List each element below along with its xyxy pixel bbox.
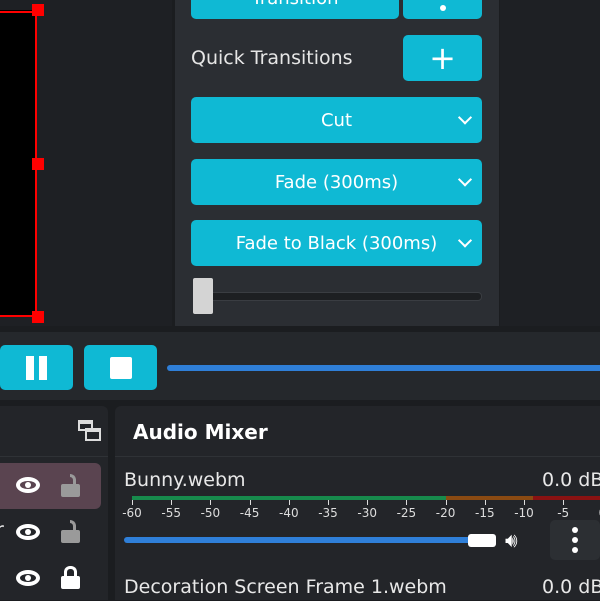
- tbar-handle[interactable]: [193, 278, 213, 314]
- stop-button[interactable]: [84, 345, 157, 390]
- resize-handle[interactable]: [32, 311, 44, 323]
- add-quick-transition-button[interactable]: +: [403, 35, 482, 81]
- transition-menu-button[interactable]: [403, 0, 482, 19]
- volume-slider[interactable]: [124, 537, 474, 543]
- program-preview: [500, 0, 600, 326]
- scale-tick: [249, 500, 251, 505]
- quick-transition-fade-to-black[interactable]: Fade to Black (300ms): [191, 220, 482, 266]
- channel-menu-button[interactable]: [550, 520, 600, 560]
- tbar-track[interactable]: [193, 292, 482, 301]
- scale-label: -35: [318, 506, 338, 520]
- scale-tick: [563, 500, 565, 505]
- scale-tick: [210, 500, 212, 505]
- scale-label: -50: [200, 506, 221, 520]
- scale-tick: [367, 500, 369, 505]
- pause-button[interactable]: [0, 345, 73, 390]
- channel-name: Bunny.webm: [124, 469, 246, 491]
- dot-icon: [439, 5, 446, 11]
- chevron-down-icon: [457, 110, 473, 125]
- transitions-panel: Transition Quick Transitions + Cut Fade …: [175, 0, 499, 326]
- media-controls: [0, 332, 600, 400]
- chevron-down-icon: [457, 172, 473, 187]
- scale-tick: [171, 500, 173, 505]
- scale-label: -30: [357, 506, 377, 520]
- channel-level: 0.0 dB: [542, 576, 600, 598]
- plus-icon: +: [429, 39, 456, 77]
- quick-transition-fade[interactable]: Fade (300ms): [191, 159, 482, 205]
- scale-label: -5: [557, 506, 570, 520]
- scale-label: -55: [161, 506, 181, 520]
- scale-tick: [132, 500, 133, 505]
- resize-handle[interactable]: [32, 4, 44, 16]
- scale-tick: [328, 500, 329, 505]
- scale-label: -60: [122, 506, 142, 520]
- scale-label: -40: [278, 506, 299, 520]
- chevron-down-icon: [457, 233, 473, 248]
- resize-handle[interactable]: [32, 158, 44, 170]
- quick-transitions-label: Quick Transitions: [191, 47, 353, 69]
- sources-dock: r: [0, 406, 108, 600]
- quick-transition-cut[interactable]: Cut: [191, 97, 482, 143]
- scale-tick: [406, 500, 408, 505]
- meter-scale: -60-55-50-45-40-35-30-25-20-15-10-50: [122, 500, 600, 522]
- volume-slider-handle[interactable]: [468, 534, 496, 547]
- pause-icon: [26, 355, 47, 380]
- channel-level: 0.0 dB: [542, 469, 600, 491]
- eye-icon[interactable]: [16, 477, 40, 493]
- stop-icon: [109, 356, 132, 379]
- divider: [0, 456, 108, 457]
- lock-icon[interactable]: [61, 566, 80, 590]
- eye-icon[interactable]: [16, 524, 40, 540]
- audio-mixer-dock: Audio Mixer Bunny.webm 0.0 dB -60 -55 -50 -…: [115, 406, 600, 600]
- media-seek-slider[interactable]: [167, 365, 600, 371]
- audio-mixer-title: Audio Mixer: [133, 420, 268, 444]
- undock-icon[interactable]: [78, 420, 102, 444]
- speaker-icon[interactable]: 🔊︎: [505, 528, 518, 552]
- eye-icon[interactable]: [16, 570, 40, 586]
- scale-tick: [445, 500, 447, 505]
- unlock-icon[interactable]: [61, 474, 80, 498]
- scale-tick: [524, 500, 525, 505]
- scale-label: -45: [239, 506, 260, 520]
- transition-button[interactable]: Transition: [191, 0, 399, 19]
- divider: [115, 456, 600, 457]
- scale-label: -10: [514, 506, 534, 520]
- scale-label: -20: [435, 506, 456, 520]
- scale-tick: [484, 500, 486, 505]
- preview-canvas[interactable]: [0, 0, 172, 326]
- scale-label: -15: [474, 506, 495, 520]
- scale-tick: [288, 500, 290, 505]
- unlock-icon[interactable]: [61, 520, 80, 544]
- more-vertical-icon: [572, 537, 578, 543]
- channel-name: Decoration Screen Frame 1.webm: [124, 576, 447, 598]
- scale-label: -25: [396, 506, 417, 520]
